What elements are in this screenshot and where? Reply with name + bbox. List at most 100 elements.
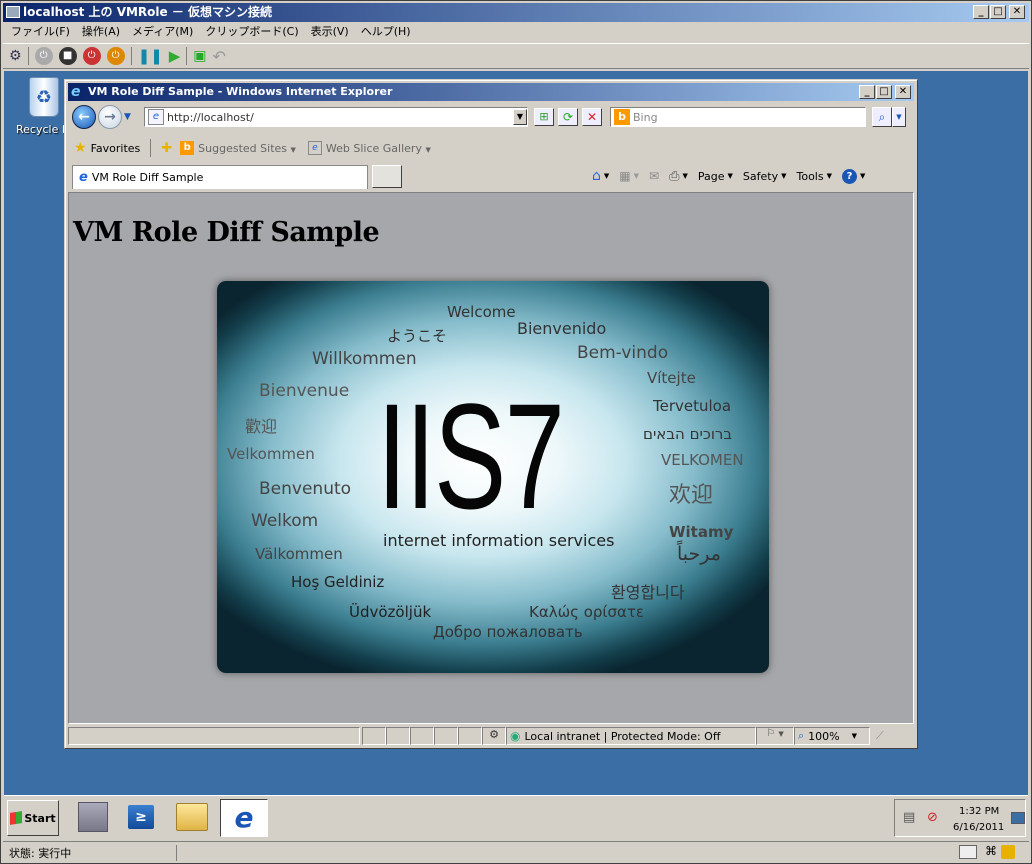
print-button[interactable]: ⎙ ▼ [669, 169, 688, 184]
welcome-word: Hoş Geldiniz [291, 573, 385, 591]
mouse-capture-icon: ⌘ [985, 844, 997, 858]
recent-pages-dropdown[interactable]: ▼ [124, 112, 131, 122]
vm-menu-item[interactable]: メディア(M) [132, 23, 193, 41]
search-button[interactable]: ⌕ [872, 107, 892, 127]
ie-window-title: VM Role Diff Sample - Windows Internet E… [88, 85, 393, 98]
page-menu[interactable]: Page ▼ [698, 170, 733, 183]
server-manager-icon[interactable] [78, 802, 108, 832]
safety-menu-label: Safety [742, 169, 779, 183]
ie-status-bar: ⚙ ◉ Local intranet | Protected Mode: Off… [68, 726, 914, 746]
safety-menu[interactable]: Safety ▼ [743, 170, 787, 183]
lock-icon [1001, 845, 1015, 859]
volume-muted-icon[interactable]: ⊘ [927, 810, 938, 825]
welcome-word: VELKOMEN [661, 451, 744, 469]
ie-logo-icon: e [71, 84, 81, 100]
ie-taskbar-button[interactable]: e [220, 799, 268, 837]
welcome-word: Willkommen [312, 349, 417, 369]
tab-page-icon: e [79, 170, 88, 185]
ie-minimize-button[interactable]: _ [859, 85, 875, 99]
address-dropdown-button[interactable]: ▼ [513, 109, 527, 125]
turn-off-icon[interactable]: ■ [58, 47, 77, 65]
ie-content[interactable]: VM Role Diff Sample IIS7 internet inform… [68, 192, 914, 724]
vm-status-text: 状態: 実行中 [3, 844, 177, 861]
ctrl-alt-del-icon[interactable]: ⚙ [9, 48, 22, 64]
help-icon: ? [841, 168, 857, 184]
pause-icon[interactable]: ❚❚ [138, 47, 163, 65]
welcome-word: 歡迎 [245, 417, 278, 436]
new-tab-button[interactable] [372, 165, 402, 188]
compatibility-view-button[interactable]: ⊞ [534, 108, 554, 126]
security-dropdown[interactable]: ⚐ ▼ [756, 727, 794, 745]
close-button[interactable]: ✕ [1009, 5, 1025, 19]
welcome-word: Welkom [251, 511, 319, 531]
keyboard-icon [959, 845, 977, 859]
tools-menu[interactable]: Tools ▼ [796, 170, 832, 183]
bing-icon: b [614, 109, 630, 125]
minimize-button[interactable]: _ [973, 5, 989, 19]
zone-status-text: Local intranet | Protected Mode: Off [524, 729, 721, 743]
shutdown-icon[interactable]: ⏻ [82, 47, 101, 65]
address-bar[interactable]: e http://localhost/ ▼ [144, 107, 528, 127]
back-button[interactable]: ← [72, 105, 96, 129]
vm-app-icon [6, 6, 20, 18]
welcome-word: Bienvenido [517, 319, 607, 338]
vm-status-bar: 状態: 実行中 ⌘ [3, 841, 1029, 863]
iis7-welcome-image: IIS7 internet information services Welco… [217, 281, 769, 673]
explorer-icon[interactable] [176, 803, 208, 831]
address-text: http://localhost/ [167, 110, 254, 124]
favorites-bar: ★ Favorites ✚ b Suggested Sites ▼ e Web … [68, 135, 914, 161]
stop-button[interactable]: ✕ [582, 108, 602, 126]
feeds-button[interactable]: ▦ ▼ [619, 169, 639, 183]
snapshot-icon[interactable]: ▣ [193, 48, 206, 64]
ie-close-button[interactable]: ✕ [895, 85, 911, 99]
web-slice-gallery-link[interactable]: Web Slice Gallery ▼ [326, 142, 431, 155]
guest-taskbar: Start ≥ e ▤ ⊘ 1:32 PM 6/16/2011 [4, 795, 1028, 839]
zoom-control[interactable]: ⌕ 100% ▼ [794, 727, 870, 745]
show-desktop-icon[interactable] [1011, 812, 1025, 824]
vm-menu-item[interactable]: クリップボード(C) [205, 23, 298, 41]
zone-panel[interactable]: ◉ Local intranet | Protected Mode: Off [506, 727, 756, 745]
tab-active[interactable]: e VM Role Diff Sample [72, 165, 368, 189]
refresh-button[interactable]: ⟳ [558, 108, 578, 126]
vm-menu-item[interactable]: ヘルプ(H) [361, 23, 411, 41]
start-vm-icon[interactable]: ⏻ [34, 47, 53, 65]
forward-button[interactable]: → [98, 105, 122, 129]
ie-nav-bar: ← → ▼ e http://localhost/ ▼ ⊞ ⟳ ✕ b Bing… [68, 103, 914, 131]
revert-icon[interactable]: ↶ [212, 47, 225, 66]
resume-icon[interactable]: ▶ [169, 47, 181, 65]
ie-title-bar[interactable]: e VM Role Diff Sample - Windows Internet… [68, 83, 914, 101]
welcome-word: Bem-vindo [577, 343, 669, 363]
home-button[interactable]: ⌂ ▼ [592, 168, 609, 184]
search-placeholder: Bing [633, 110, 658, 124]
resize-grip-icon[interactable]: ⟋ [876, 729, 884, 743]
read-mail-icon[interactable]: ✉ [649, 169, 659, 183]
popup-blocker-panel[interactable]: ⚙ [482, 727, 506, 745]
favorites-button[interactable]: Favorites [91, 142, 141, 155]
ie-window-controls: _ □ ✕ [859, 85, 911, 99]
ie-maximize-button[interactable]: □ [876, 85, 892, 99]
local-intranet-icon: ◉ [510, 729, 521, 743]
vm-menu-item[interactable]: ファイル(F) [11, 23, 70, 41]
search-options-dropdown[interactable]: ▼ [892, 107, 906, 127]
add-to-favorites-bar-icon[interactable]: ✚ [161, 141, 172, 156]
welcome-word: Καλώς ορίσατε [529, 603, 645, 621]
welcome-word: Welcome [447, 303, 516, 321]
vm-title-bar[interactable]: localhost 上の VMRole － 仮想マシン接続 _ □ ✕ [3, 3, 1029, 22]
welcome-word: 欢迎 [669, 483, 714, 508]
vm-display[interactable]: ♻ Recycle Bin e VM Role Diff Sample - Wi… [4, 71, 1028, 839]
windows-logo-icon [10, 811, 23, 825]
start-button[interactable]: Start [7, 800, 59, 836]
vm-window-title: localhost 上の VMRole － 仮想マシン接続 [23, 5, 273, 19]
powershell-icon[interactable]: ≥ [128, 805, 154, 829]
maximize-button[interactable]: □ [990, 5, 1006, 19]
save-state-icon[interactable]: ⏻ [106, 47, 125, 65]
search-box[interactable]: b Bing [610, 107, 866, 127]
favorites-star-icon: ★ [74, 140, 87, 156]
vm-menu-item[interactable]: 表示(V) [311, 23, 349, 41]
suggested-sites-link[interactable]: Suggested Sites ▼ [198, 142, 296, 155]
vm-menu-item[interactable]: 操作(A) [82, 23, 120, 41]
tab-title: VM Role Diff Sample [91, 171, 204, 184]
help-menu[interactable]: ? ▼ [841, 168, 865, 184]
welcome-word: مرحباً [677, 543, 721, 565]
network-icon[interactable]: ▤ [903, 810, 915, 825]
